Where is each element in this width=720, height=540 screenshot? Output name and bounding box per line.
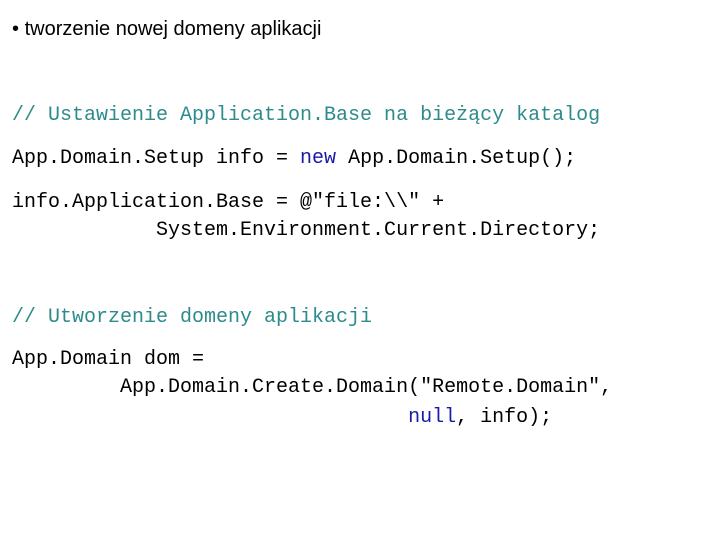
keyword-new: new (300, 147, 337, 170)
code-comment-create-domain: // Utworzenie domeny aplikacji (12, 306, 373, 329)
code-setup-ctor: App.Domain.Setup(); (336, 147, 577, 170)
code-line-current-dir: System.Environment.Current.Directory; (12, 219, 601, 242)
code-args-rest: , info); (456, 406, 553, 429)
code-setup-decl: App.Domain.Setup info = (12, 147, 301, 170)
code-args-indent (12, 406, 408, 429)
code-line-create-args: null, info); (12, 404, 552, 432)
code-comment-base-dir: // Ustawienie Application.Base na bieżąc… (12, 104, 601, 127)
bullet-icon: • (12, 18, 20, 40)
code-line-domain-decl: App.Domain dom = (12, 348, 205, 371)
keyword-null: null (408, 406, 457, 429)
code-line-setup: App.Domain.Setup info = new App.Domain.S… (12, 145, 576, 173)
heading-text: tworzenie nowej domeny aplikacji (24, 18, 322, 40)
code-line-app-base: info.Application.Base = @"file:\\" + (12, 191, 445, 214)
slide-heading: • tworzenie nowej domeny aplikacji (12, 18, 321, 41)
code-line-create-domain: App.Domain.Create.Domain("Remote.Domain"… (12, 376, 613, 399)
